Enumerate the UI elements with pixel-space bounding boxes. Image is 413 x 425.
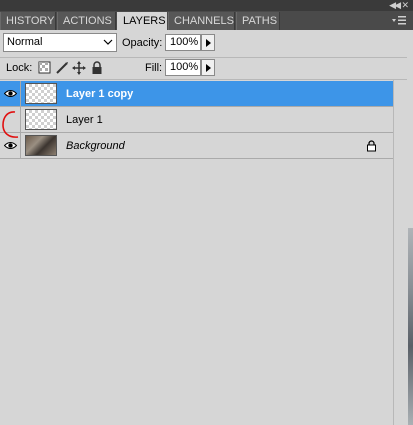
layer-thumbnail (25, 83, 57, 104)
layer-name[interactable]: Layer 1 (66, 114, 103, 126)
eye-icon (4, 90, 17, 97)
layers-panel: Normal Opacity: 100% Lock: Fill: 100% La… (0, 30, 408, 425)
layer-thumbnail (25, 109, 57, 130)
red-annotation-circle (2, 111, 19, 138)
visibility-toggle[interactable] (0, 81, 21, 106)
opacity-slider-button[interactable] (201, 34, 215, 51)
panel-menu-icon[interactable] (391, 14, 407, 27)
layer-name[interactable]: Background (66, 140, 125, 152)
lock-pixels-icon[interactable] (55, 61, 69, 75)
tab-channels[interactable]: CHANNELS (168, 12, 235, 30)
canvas-image (408, 228, 413, 425)
panel-titlebar: ◀◀ ✕ (0, 0, 413, 11)
layer-row-layer-1[interactable]: Layer 1 (0, 107, 393, 133)
chevron-down-icon (103, 39, 113, 45)
lock-all-icon[interactable] (90, 61, 104, 75)
opacity-field[interactable]: 100% (165, 34, 201, 51)
lock-icon (367, 140, 376, 152)
collapse-icon[interactable]: ◀◀ (389, 0, 401, 11)
layer-row-background[interactable]: Background (0, 133, 393, 159)
divider (0, 57, 407, 58)
fill-label: Fill: (145, 62, 163, 74)
tab-actions[interactable]: ACTIONS (57, 12, 116, 30)
opacity-label: Opacity: (122, 37, 163, 49)
layer-row-layer-1-copy[interactable]: Layer 1 copy (0, 81, 393, 107)
layer-thumbnail (25, 135, 57, 156)
fill-slider-button[interactable] (201, 59, 215, 76)
panel-tabs: HISTORY ACTIONS LAYERS CHANNELS PATHS (0, 11, 413, 31)
lock-label: Lock: (6, 62, 33, 74)
layer-name[interactable]: Layer 1 copy (66, 88, 133, 100)
layers-scrollbar[interactable] (393, 80, 408, 425)
blend-mode-value: Normal (7, 36, 43, 48)
fill-field[interactable]: 100% (165, 59, 201, 76)
tab-layers[interactable]: LAYERS (117, 12, 167, 31)
blend-mode-select[interactable]: Normal (3, 33, 117, 52)
divider (0, 79, 407, 80)
tab-history[interactable]: HISTORY (0, 12, 56, 30)
close-icon[interactable]: ✕ (401, 0, 409, 11)
lock-transparent-icon[interactable] (38, 61, 52, 75)
canvas-edge (407, 30, 413, 425)
eye-icon (4, 142, 17, 149)
tab-paths[interactable]: PATHS (236, 12, 280, 30)
lock-position-icon[interactable] (72, 61, 86, 75)
